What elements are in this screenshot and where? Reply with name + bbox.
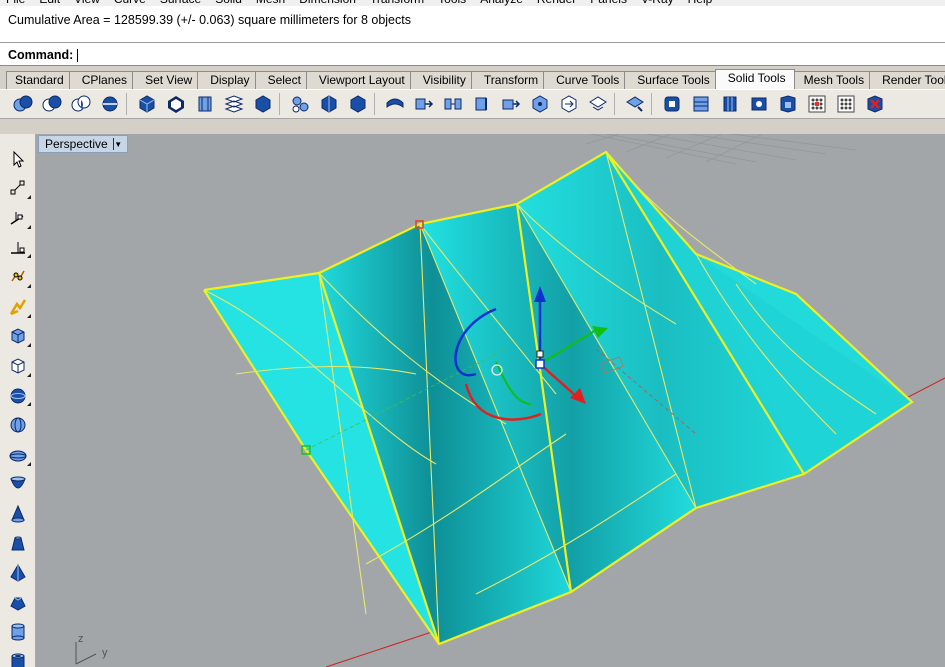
boolean-union-icon[interactable]	[8, 91, 37, 117]
merge-faces-icon[interactable]	[190, 91, 219, 117]
flyout-indicator	[26, 461, 31, 466]
tab-viewport-layout[interactable]: Viewport Layout	[305, 71, 414, 89]
chamfer-edge-icon[interactable]	[248, 91, 277, 117]
tab-visibility[interactable]: Visibility	[409, 71, 475, 89]
flyout-indicator	[26, 313, 31, 318]
sphere-icon[interactable]	[3, 381, 33, 411]
viewport-title-label: Perspective	[45, 137, 108, 151]
command-prompt-label: Command:	[8, 48, 74, 62]
solid-box-icon[interactable]	[3, 322, 33, 352]
viewport-title[interactable]: Perspective ▼	[38, 135, 128, 153]
edit-points-icon[interactable]	[3, 262, 33, 292]
boolean-intersection-icon[interactable]	[66, 91, 95, 117]
tab-transform[interactable]: Transform	[470, 71, 548, 89]
viewport-scene[interactable]: z y	[36, 134, 945, 667]
shell-icon[interactable]	[343, 91, 372, 117]
select-bad-objects-icon[interactable]	[831, 91, 860, 117]
history-line: Cumulative Area = 128599.39 (+/- 0.063) …	[8, 13, 411, 27]
box-variations-icon[interactable]	[3, 351, 33, 381]
solid-edit-tools-icon[interactable]	[285, 91, 314, 117]
tab-set-view[interactable]: Set View	[132, 71, 202, 89]
fold-face-icon[interactable]	[525, 91, 554, 117]
perspective-viewport[interactable]: Perspective ▼ z y	[36, 134, 945, 667]
history-record-icon[interactable]	[715, 91, 744, 117]
rotate-hole-icon[interactable]	[583, 91, 612, 117]
check-object-icon[interactable]	[802, 91, 831, 117]
boolean-difference-icon[interactable]	[37, 91, 66, 117]
line-tools-icon[interactable]	[3, 203, 33, 233]
tab-render-tools[interactable]: Render Tools	[869, 71, 945, 89]
wireframe-icon[interactable]	[744, 91, 773, 117]
boolean-split-icon[interactable]	[95, 91, 124, 117]
select-arrow-icon[interactable]	[3, 144, 33, 174]
split-face-icon[interactable]	[496, 91, 525, 117]
delete-faces-icon[interactable]	[860, 91, 889, 117]
tab-display[interactable]: Display	[197, 71, 259, 89]
cone-icon[interactable]	[3, 499, 33, 529]
point-tools-icon[interactable]	[3, 174, 33, 204]
command-line[interactable]: Command:	[0, 43, 945, 66]
rhino-window: FileEditViewCurveSurfaceSolidMeshDimensi…	[0, 0, 945, 667]
move-face-icon[interactable]	[380, 91, 409, 117]
fillet-edge-icon[interactable]	[219, 91, 248, 117]
folded-surface[interactable]	[204, 152, 912, 644]
gumball-origin[interactable]	[535, 359, 545, 369]
flyout-indicator	[26, 254, 31, 259]
flyout-indicator	[26, 343, 31, 348]
text-caret	[77, 48, 79, 62]
paraboloid-icon[interactable]	[3, 470, 33, 500]
delete-hole-icon[interactable]	[657, 91, 686, 117]
left-toolbar	[0, 134, 36, 667]
tab-select[interactable]: Select	[254, 71, 310, 89]
transform-tools-icon[interactable]	[3, 292, 33, 322]
flyout-indicator	[26, 195, 31, 200]
extract-surface-icon[interactable]	[161, 91, 190, 117]
viewport-menu-dropdown[interactable]: ▼	[112, 138, 123, 150]
axis-y-label: y	[102, 647, 108, 659]
truncated-pyramid-icon[interactable]	[3, 588, 33, 618]
copy-hole-icon[interactable]	[620, 91, 649, 117]
flyout-indicator	[26, 372, 31, 377]
command-history: Cumulative Area = 128599.39 (+/- 0.063) …	[0, 6, 945, 43]
cylinder-icon[interactable]	[3, 618, 33, 648]
tube-icon[interactable]	[3, 647, 33, 667]
tab-mesh-tools[interactable]: Mesh Tools	[790, 71, 874, 89]
construction-grid	[585, 134, 857, 165]
cap-planar-holes-icon[interactable]	[132, 91, 161, 117]
tab-solid-tools[interactable]: Solid Tools	[714, 69, 795, 89]
solid-tools-toolbar	[0, 89, 945, 119]
move-face-to-boundary-icon[interactable]	[409, 91, 438, 117]
create-solid-icon[interactable]	[686, 91, 715, 117]
move-hole-icon[interactable]	[554, 91, 583, 117]
curve-from-objects-icon[interactable]	[3, 233, 33, 263]
toolbar-tabs: Standard CPlanes Set View Display Select View…	[0, 67, 945, 89]
ellipsoid-icon[interactable]	[3, 440, 33, 470]
flyout-indicator	[26, 283, 31, 288]
axis-indicator: z y	[75, 633, 108, 665]
tab-curve-tools[interactable]: Curve Tools	[543, 71, 629, 89]
gumball-scale-handle[interactable]	[536, 350, 544, 358]
tab-cplanes[interactable]: CPlanes	[68, 71, 137, 89]
truncated-cone-icon[interactable]	[3, 529, 33, 559]
mesh-solid-icon[interactable]	[773, 91, 802, 117]
tab-standard[interactable]: Standard	[6, 71, 73, 89]
pyramid-icon[interactable]	[3, 558, 33, 588]
sphere-variations-icon[interactable]	[3, 410, 33, 440]
flyout-indicator	[26, 402, 31, 407]
axis-z-label: z	[78, 633, 84, 645]
move-edge-icon[interactable]	[467, 91, 496, 117]
flyout-indicator	[26, 224, 31, 229]
tab-surface-tools[interactable]: Surface Tools	[624, 71, 719, 89]
offset-solid-icon[interactable]	[314, 91, 343, 117]
extrude-face-icon[interactable]	[438, 91, 467, 117]
